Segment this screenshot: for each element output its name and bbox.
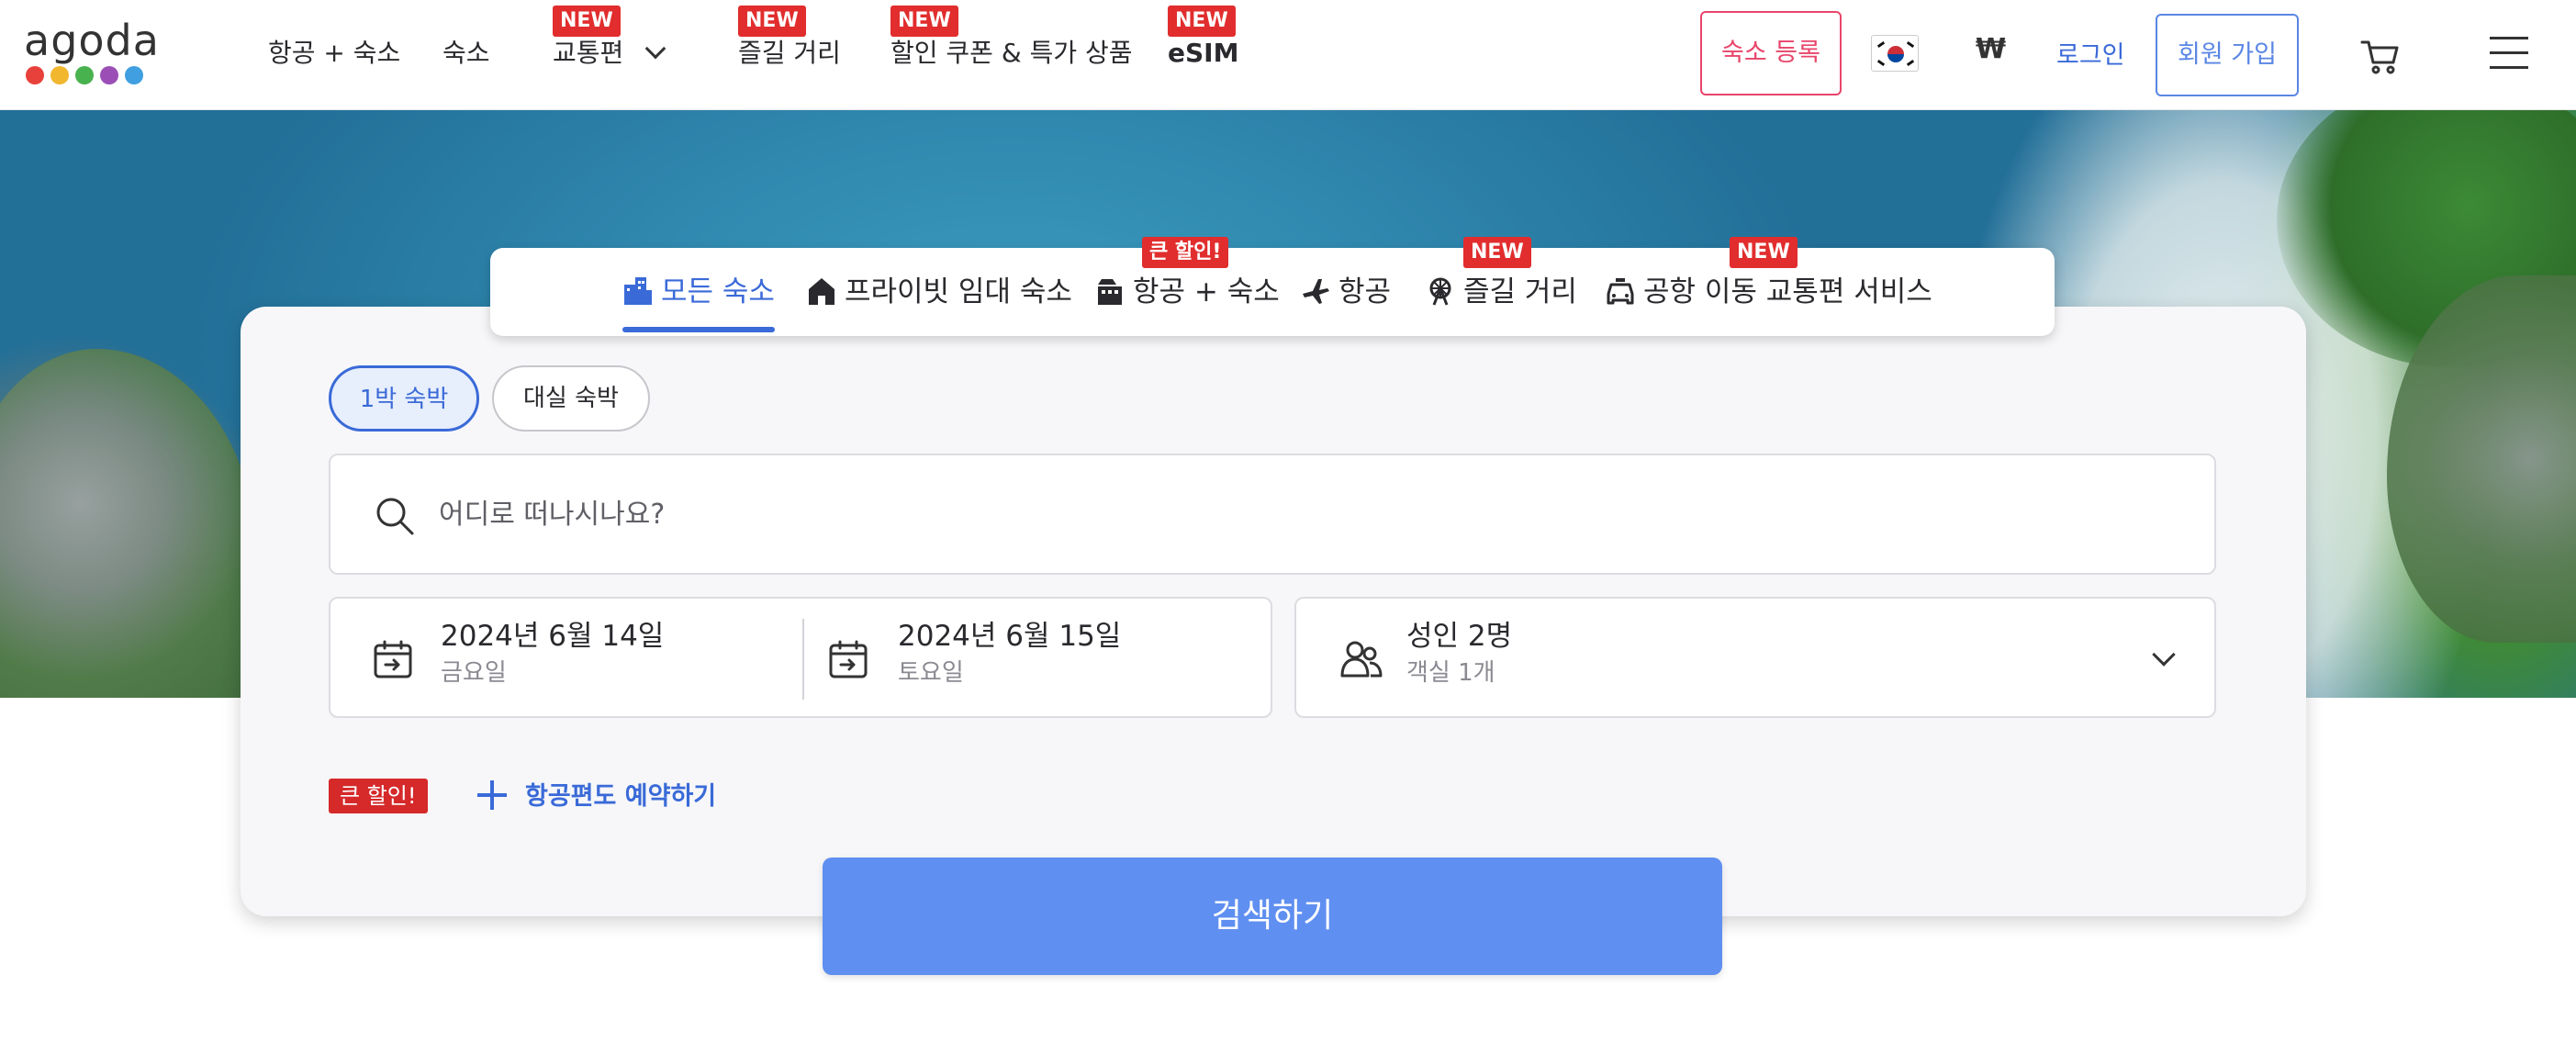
- airplane-icon: [1303, 278, 1329, 304]
- list-property-button[interactable]: 숙소 등록: [1700, 11, 1842, 95]
- nav-item-label: 교통편: [553, 38, 624, 68]
- search-icon: [376, 498, 414, 535]
- tab-activities[interactable]: NEW 즐길 거리: [1425, 237, 1577, 310]
- menu-line: [2490, 51, 2528, 54]
- checkout-calendar-icon: [829, 640, 868, 678]
- people-icon: [1340, 641, 1383, 678]
- guest-count: 성인 2명: [1406, 620, 1513, 653]
- nav-item-label: 할인 쿠폰 & 특가 상품: [890, 38, 1133, 68]
- new-badge: NEW: [553, 6, 621, 37]
- room-count: 객실 1개: [1406, 659, 1495, 687]
- flag-trigram: [1876, 59, 1886, 67]
- hero-cliff-left: [0, 349, 257, 698]
- day-use-toggle[interactable]: 대실 숙박: [492, 365, 650, 432]
- flight-hotel-icon: [1098, 278, 1122, 305]
- flag-trigram: [1876, 40, 1886, 49]
- tab-label: 프라이빗 임대 숙소: [845, 275, 1072, 308]
- logo-dot-blue: [125, 66, 143, 84]
- search-button[interactable]: 검색하기: [823, 858, 1722, 975]
- new-badge: NEW: [1463, 237, 1531, 268]
- active-tab-indicator: [622, 327, 775, 332]
- nav-item-coupons-deals[interactable]: NEW 할인 쿠폰 & 특가 상품: [890, 6, 1133, 72]
- agoda-logo[interactable]: agoda: [24, 18, 171, 92]
- menu-line: [2490, 66, 2528, 69]
- big-discount-badge: 큰 할인!: [329, 779, 428, 813]
- big-discount-badge: 큰 할인!: [1142, 237, 1229, 268]
- tab-flights[interactable]: 항공: [1300, 274, 1391, 310]
- checkin-date-value: 2024년 6월 14일: [441, 620, 665, 653]
- top-header: agoda 항공 + 숙소 숙소 NEW 교통편 NEW 즐길 거리 NEW 할…: [0, 0, 2576, 110]
- currency-selector[interactable]: ₩: [1976, 33, 2006, 65]
- tab-airport-transfer[interactable]: NEW 공항 이동 교통편 서비스: [1605, 237, 1932, 310]
- flag-trigram: [1906, 40, 1915, 49]
- date-divider: [802, 619, 804, 700]
- chevron-down-icon: [644, 38, 666, 60]
- checkout-date-value: 2024년 6월 15일: [898, 620, 1122, 653]
- tab-label: 항공: [1338, 275, 1392, 308]
- building-icon: [624, 276, 652, 305]
- tab-flight-hotel[interactable]: 큰 할인! 항공 + 숙소: [1094, 237, 1280, 310]
- new-badge: NEW: [738, 6, 806, 37]
- logo-wordmark: agoda: [24, 16, 160, 65]
- plus-icon: [477, 779, 507, 810]
- new-badge: NEW: [890, 6, 958, 37]
- nav-item-flight-hotel[interactable]: 항공 + 숙소: [268, 35, 400, 72]
- cart-icon[interactable]: [2359, 35, 2402, 77]
- date-picker[interactable]: 2024년 6월 14일 금요일 2024년 6월 15일 토요일: [329, 597, 1272, 718]
- hamburger-menu-icon[interactable]: [2490, 37, 2528, 70]
- nav-item-transport[interactable]: NEW 교통편: [553, 6, 666, 72]
- add-flight-label: 항공편도 예약하기: [525, 782, 717, 811]
- tab-private-rentals[interactable]: 프라이빗 임대 숙소: [806, 274, 1072, 310]
- destination-search-box[interactable]: [329, 454, 2216, 575]
- logo-dots: [26, 66, 171, 84]
- chevron-down-icon: [2152, 643, 2176, 667]
- signup-button[interactable]: 회원 가입: [2156, 14, 2299, 96]
- nav-item-activities[interactable]: NEW 즐길 거리: [738, 6, 841, 72]
- logo-dot-purple: [100, 66, 118, 84]
- product-tab-bar: 모든 숙소 프라이빗 임대 숙소 큰 할인! 항공 + 숙소 항공 NEW 즐길…: [490, 237, 2055, 336]
- guest-summary: 성인 2명 객실 1개: [1406, 617, 1512, 690]
- checkout-date[interactable]: 2024년 6월 15일 토요일: [898, 617, 1121, 690]
- login-link[interactable]: 로그인: [2056, 35, 2125, 71]
- checkin-calendar-icon: [374, 640, 412, 678]
- nav-item-esim[interactable]: NEW eSIM: [1168, 6, 1239, 72]
- overnight-stay-toggle[interactable]: 1박 숙박: [329, 365, 479, 432]
- guest-room-selector[interactable]: 성인 2명 객실 1개: [1294, 597, 2216, 718]
- logo-dot-green: [75, 66, 94, 84]
- nav-item-label: 즐길 거리: [738, 38, 841, 68]
- checkout-day-value: 토요일: [898, 659, 964, 687]
- logo-dot-red: [26, 66, 44, 84]
- ferris-wheel-icon: [1429, 277, 1451, 306]
- tab-label: 즐길 거리: [1463, 275, 1577, 308]
- nav-item-label: eSIM: [1168, 38, 1239, 68]
- checkin-day-value: 금요일: [441, 659, 507, 687]
- menu-line: [2490, 37, 2528, 39]
- nav-item-label: 항공 + 숙소: [268, 38, 401, 68]
- flag-emblem: [1887, 46, 1904, 62]
- house-icon: [809, 277, 834, 305]
- flag-trigram: [1906, 59, 1915, 67]
- tab-all-hotels[interactable]: 모든 숙소: [622, 274, 775, 310]
- tab-label: 항공 + 숙소: [1133, 275, 1280, 308]
- new-badge: NEW: [1730, 237, 1798, 268]
- language-flag-icon[interactable]: [1871, 35, 1919, 72]
- add-flight-button[interactable]: 항공편도 예약하기: [477, 779, 716, 815]
- tab-label: 공항 이동 교통편 서비스: [1643, 275, 1932, 308]
- logo-dot-yellow: [50, 66, 69, 84]
- car-icon: [1607, 277, 1634, 304]
- nav-item-label: 숙소: [442, 38, 490, 68]
- checkin-date[interactable]: 2024년 6월 14일 금요일: [441, 617, 664, 690]
- nav-item-hotels[interactable]: 숙소: [442, 35, 490, 72]
- new-badge: NEW: [1168, 6, 1236, 37]
- destination-input[interactable]: [439, 490, 2091, 538]
- tab-label: 모든 숙소: [661, 275, 775, 308]
